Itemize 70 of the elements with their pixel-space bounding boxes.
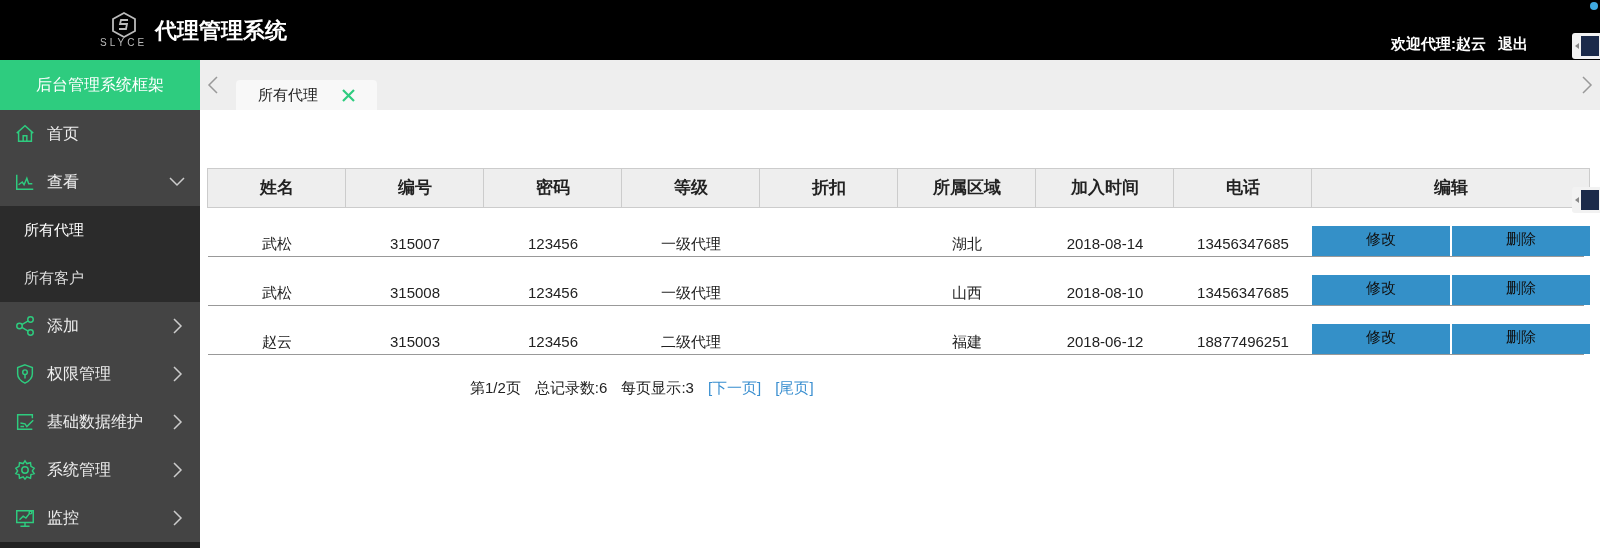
widget-logo-icon xyxy=(1581,36,1599,56)
table-cell-text: 赵云 xyxy=(261,332,293,352)
shield-icon xyxy=(14,363,36,385)
side-widget[interactable] xyxy=(1572,33,1600,59)
share-icon xyxy=(14,315,36,337)
table-cell-text: 315003 xyxy=(388,332,442,352)
sidebar-item[interactable]: 监控 xyxy=(0,494,200,542)
table-cell-text: 山西 xyxy=(951,283,983,303)
side-widget[interactable] xyxy=(1572,187,1600,213)
monitor-icon xyxy=(14,507,36,529)
sidebar-item[interactable]: 权限管理 xyxy=(0,350,200,398)
tab[interactable]: 所有代理 xyxy=(236,80,377,110)
home-icon xyxy=(14,123,36,145)
edit-button[interactable]: 修改 xyxy=(1312,275,1450,305)
pagination-link[interactable]: [尾页] xyxy=(775,377,814,400)
delete-button[interactable]: 删除 xyxy=(1452,226,1590,256)
table-cell-text: 二级代理 xyxy=(660,332,722,352)
table-cell-text: 一级代理 xyxy=(660,234,722,254)
table-cell-text: 武松 xyxy=(261,283,293,303)
table-cell-text: 13456347685 xyxy=(1196,283,1290,303)
table-cell-text: 123456 xyxy=(526,332,580,352)
table-cell-text: 福建 xyxy=(951,332,983,352)
sidebar-item[interactable]: 系统管理 xyxy=(0,446,200,494)
sidebar-item[interactable]: 添加 xyxy=(0,302,200,350)
logout-link[interactable]: 退出 xyxy=(1498,32,1528,55)
pagination-link[interactable]: [下一页] xyxy=(707,377,762,400)
table-cell-text: 2018-08-14 xyxy=(1065,234,1145,254)
column-header: 电话 xyxy=(1173,168,1312,208)
sidebar-item[interactable]: 首页 xyxy=(0,110,200,158)
widget-logo-icon xyxy=(1581,190,1599,210)
table-cell-text: 315008 xyxy=(388,283,442,303)
table-cell-text: 123456 xyxy=(526,283,580,303)
column-header: 折扣 xyxy=(759,168,898,208)
table-cell-text: 2018-08-10 xyxy=(1065,283,1145,303)
checklist-icon xyxy=(14,411,36,433)
delete-button[interactable]: 删除 xyxy=(1452,275,1590,305)
edit-button[interactable]: 修改 xyxy=(1312,324,1450,354)
table-cell-text: 13456347685 xyxy=(1196,234,1290,254)
submenu-item[interactable]: 所有代理 xyxy=(0,206,200,254)
pagination-info: 第1/2页 xyxy=(470,378,521,398)
column-header: 所属区域 xyxy=(897,168,1036,208)
logo-icon xyxy=(110,12,137,38)
chevron-right-icon[interactable] xyxy=(1580,75,1594,95)
table-cell-text: 2018-06-12 xyxy=(1065,332,1145,352)
column-header: 加入时间 xyxy=(1035,168,1174,208)
pagination-info: 每页显示:3 xyxy=(621,378,694,398)
sidebar-item[interactable]: 查看 xyxy=(0,158,200,206)
submenu-item[interactable]: 所有客户 xyxy=(0,254,200,302)
edit-button[interactable]: 修改 xyxy=(1312,226,1450,256)
column-header: 编号 xyxy=(345,168,484,208)
close-icon[interactable] xyxy=(342,88,355,102)
delete-button[interactable]: 删除 xyxy=(1452,324,1590,354)
table-cell-text: 湖北 xyxy=(951,234,983,254)
table-cell-text: 武松 xyxy=(261,234,293,254)
column-header: 编辑 xyxy=(1311,168,1590,208)
settings-icon xyxy=(14,459,36,481)
welcome-text: 欢迎代理:赵云 xyxy=(1391,33,1486,54)
column-header: 姓名 xyxy=(207,168,346,208)
table-cell-text: 一级代理 xyxy=(660,283,722,303)
sidebar-title: 后台管理系统框架 xyxy=(0,60,200,110)
pagination-info: 总记录数:6 xyxy=(534,378,608,398)
app-title: 代理管理系统 xyxy=(155,16,288,45)
table-cell-text: 315007 xyxy=(388,234,442,254)
table-cell-text: 18877496251 xyxy=(1196,332,1290,352)
table-cell-text: 123456 xyxy=(526,234,580,254)
column-header: 密码 xyxy=(483,168,622,208)
sidebar-item[interactable]: 基础数据维护 xyxy=(0,398,200,446)
chevron-left-icon[interactable] xyxy=(206,75,220,95)
column-header: 等级 xyxy=(621,168,760,208)
logo-text: SLYCE xyxy=(100,38,148,48)
